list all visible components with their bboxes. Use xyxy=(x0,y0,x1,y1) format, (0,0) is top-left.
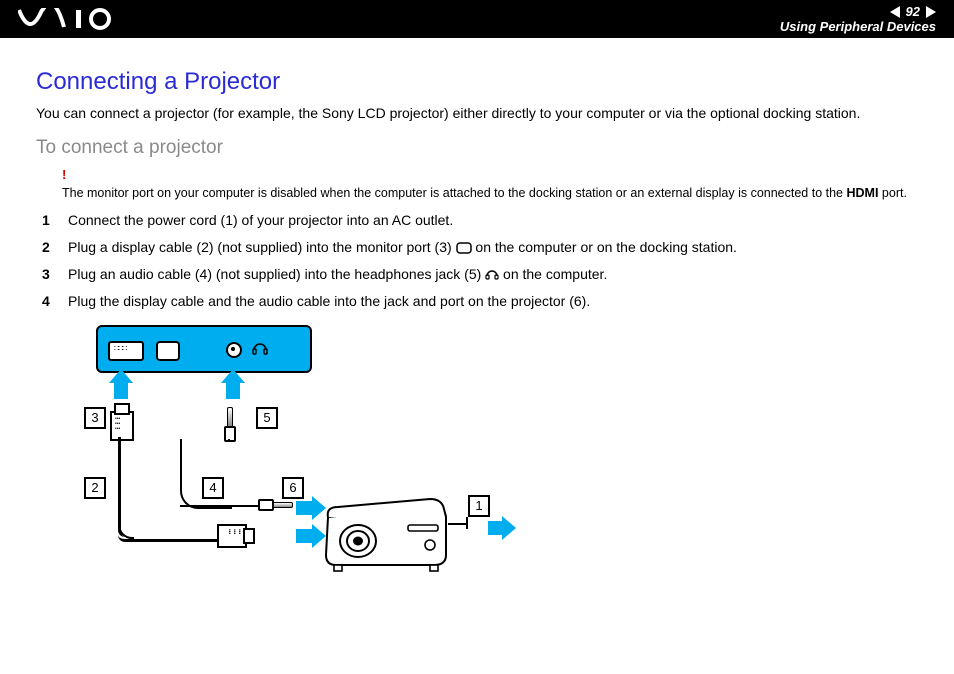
arrow-icon xyxy=(296,529,314,543)
section-name: Using Peripheral Devices xyxy=(780,19,936,34)
headphones-port-icon xyxy=(252,340,268,361)
step-2: Plug a display cable (2) (not supplied) … xyxy=(36,238,918,257)
arrow-icon xyxy=(488,521,504,535)
audio-plug-icon xyxy=(227,407,233,437)
prev-page-arrow-icon[interactable] xyxy=(890,6,900,18)
diagram-label-2: 2 xyxy=(84,477,106,499)
header-bar: 92 Using Peripheral Devices xyxy=(0,0,954,38)
next-page-arrow-icon[interactable] xyxy=(926,6,936,18)
headphones-icon xyxy=(485,267,499,281)
arrow-icon xyxy=(296,501,314,515)
monitor-port-icon xyxy=(456,242,472,254)
vga-port-icon xyxy=(108,341,144,361)
vaio-logo xyxy=(18,0,118,38)
steps-list: Connect the power cord (1) of your proje… xyxy=(36,211,918,311)
arrow-icon xyxy=(226,381,240,399)
projector-icon xyxy=(322,495,452,571)
monitor-port-icon xyxy=(156,341,180,361)
audio-cable xyxy=(180,505,260,509)
note-text-1: The monitor port on your computer is dis… xyxy=(62,186,846,200)
connection-diagram: 3 5 2 4 6 1 xyxy=(60,321,500,601)
warning-note: ! The monitor port on your computer is d… xyxy=(62,167,918,201)
power-cord xyxy=(448,523,468,527)
step-4: Plug the display cable and the audio cab… xyxy=(36,292,918,311)
intro-paragraph: You can connect a projector (for example… xyxy=(36,104,918,123)
page-number: 92 xyxy=(906,4,920,19)
page-title: Connecting a Projector xyxy=(36,68,918,96)
diagram-label-5: 5 xyxy=(256,407,278,429)
note-text-2: port. xyxy=(878,186,907,200)
page-nav: 92 Using Peripheral Devices xyxy=(780,0,936,38)
page-content: Connecting a Projector You can connect a… xyxy=(0,38,954,601)
step-1: Connect the power cord (1) of your proje… xyxy=(36,211,918,230)
power-cord xyxy=(466,517,470,529)
audio-jack-icon xyxy=(226,342,242,358)
audio-plug-icon xyxy=(258,501,294,509)
vaio-logo-svg xyxy=(18,8,118,30)
diagram-label-6: 6 xyxy=(282,477,304,499)
vga-plug-icon xyxy=(217,524,247,548)
note-bold: HDMI xyxy=(846,186,878,200)
computer-port-panel xyxy=(96,325,312,373)
audio-cable xyxy=(180,439,232,509)
sub-heading: To connect a projector xyxy=(36,137,918,159)
step-3: Plug an audio cable (4) (not supplied) i… xyxy=(36,265,918,284)
diagram-label-1: 1 xyxy=(468,495,490,517)
arrow-icon xyxy=(114,381,128,399)
warning-icon: ! xyxy=(62,167,918,184)
diagram-label-3: 3 xyxy=(84,407,106,429)
